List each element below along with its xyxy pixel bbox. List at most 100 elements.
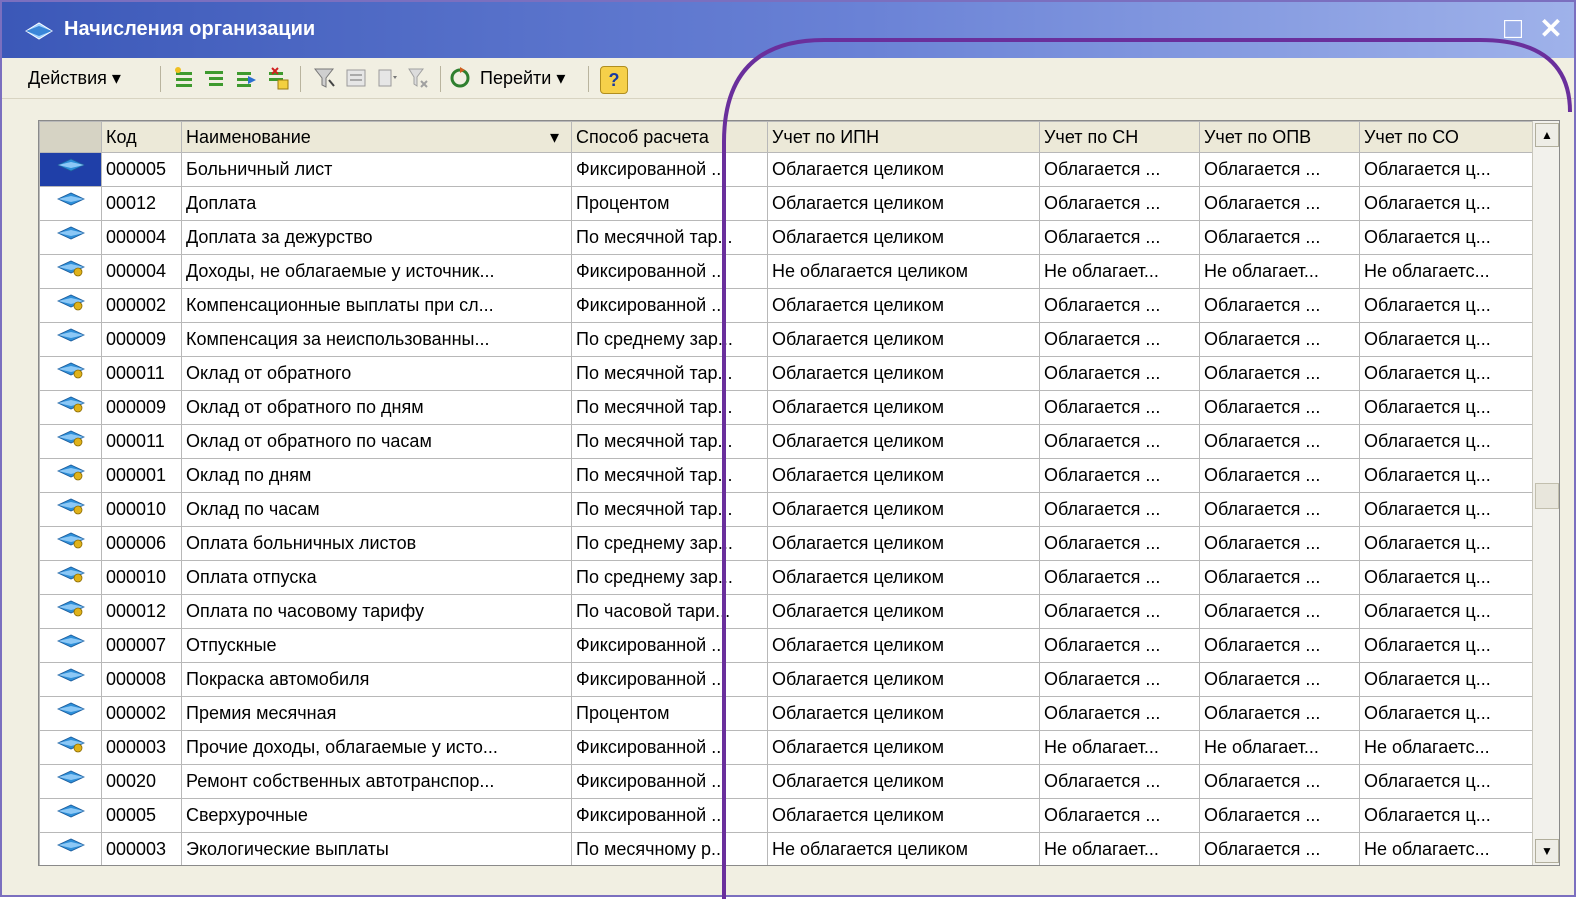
column-header-name[interactable]: Наименование ▾ <box>181 121 572 153</box>
cell-opv[interactable]: Облагается ... <box>1199 662 1360 697</box>
cell-code[interactable]: 000011 <box>101 424 182 459</box>
cell-method[interactable]: По месячной тар... <box>571 424 768 459</box>
cell-ipn[interactable]: Облагается целиком <box>767 560 1040 595</box>
cell-name[interactable]: Оклад по дням <box>181 458 572 493</box>
cell-opv[interactable]: Облагается ... <box>1199 560 1360 595</box>
refresh-icon[interactable] <box>448 66 472 90</box>
cell-code[interactable]: 000005 <box>101 152 182 187</box>
cell-so[interactable]: Облагается ц... <box>1359 424 1534 459</box>
column-header-sn[interactable]: Учет по СН <box>1039 121 1200 153</box>
cell-code[interactable]: 000002 <box>101 288 182 323</box>
cell-name[interactable]: Компенсационные выплаты при сл... <box>181 288 572 323</box>
cell-name[interactable]: Ремонт собственных автотранспор... <box>181 764 572 799</box>
cell-code[interactable]: 000004 <box>101 220 182 255</box>
scroll-thumb[interactable] <box>1535 483 1559 509</box>
cell-ipn[interactable]: Облагается целиком <box>767 390 1040 425</box>
add-group-icon[interactable] <box>202 66 226 90</box>
cell-code[interactable]: 000010 <box>101 492 182 527</box>
cell-sn[interactable]: Не облагает... <box>1039 254 1200 289</box>
cell-so[interactable]: Облагается ц... <box>1359 764 1534 799</box>
cell-so[interactable]: Облагается ц... <box>1359 594 1534 629</box>
cell-sn[interactable]: Облагается ... <box>1039 696 1200 731</box>
cell-name[interactable]: Оплата по часовому тарифу <box>181 594 572 629</box>
scroll-up-icon[interactable]: ▲ <box>1535 123 1559 147</box>
delete-mark-icon[interactable] <box>266 66 290 90</box>
cell-sn[interactable]: Облагается ... <box>1039 628 1200 663</box>
cell-ipn[interactable]: Облагается целиком <box>767 288 1040 323</box>
cell-method[interactable]: Фиксированной ... <box>571 764 768 799</box>
cell-name[interactable]: Оплата больничных листов <box>181 526 572 561</box>
table-row[interactable]: 000009 Оклад от обратного по дням По месяч… <box>39 390 1534 425</box>
cell-opv[interactable]: Не облагает... <box>1199 254 1360 289</box>
cell-method[interactable]: По среднему зар... <box>571 560 768 595</box>
cell-sn[interactable]: Облагается ... <box>1039 662 1200 697</box>
cell-method[interactable]: Фиксированной ... <box>571 662 768 697</box>
cell-name[interactable]: Оклад от обратного по часам <box>181 424 572 459</box>
cell-code[interactable]: 00012 <box>101 186 182 221</box>
copy-item-icon[interactable] <box>234 66 258 90</box>
filter-by-value-icon[interactable] <box>344 66 368 90</box>
cell-method[interactable]: По месячной тар... <box>571 356 768 391</box>
cell-ipn[interactable]: Облагается целиком <box>767 220 1040 255</box>
cell-opv[interactable]: Облагается ... <box>1199 152 1360 187</box>
table-row[interactable]: 00020 Ремонт собственных автотранспор... Ф… <box>39 764 1534 799</box>
clear-filter-icon[interactable] <box>406 66 430 90</box>
table-row[interactable]: 000012 Оплата по часовому тарифу По часово… <box>39 594 1534 629</box>
cell-name[interactable]: Экологические выплаты <box>181 832 572 865</box>
column-header-method[interactable]: Способ расчета <box>571 121 768 153</box>
cell-code[interactable]: 000012 <box>101 594 182 629</box>
cell-sn[interactable]: Облагается ... <box>1039 152 1200 187</box>
minimize-button[interactable]: _ <box>1456 12 1490 46</box>
cell-so[interactable]: Облагается ц... <box>1359 526 1534 561</box>
table-row[interactable]: 000011 Оклад от обратного по часам По меся… <box>39 424 1534 459</box>
cell-so[interactable]: Облагается ц... <box>1359 288 1534 323</box>
cell-name[interactable]: Премия месячная <box>181 696 572 731</box>
cell-name[interactable]: Доходы, не облагаемые у источник... <box>181 254 572 289</box>
cell-code[interactable]: 00020 <box>101 764 182 799</box>
cell-opv[interactable]: Облагается ... <box>1199 628 1360 663</box>
cell-ipn[interactable]: Облагается целиком <box>767 186 1040 221</box>
cell-opv[interactable]: Облагается ... <box>1199 424 1360 459</box>
cell-opv[interactable]: Облагается ... <box>1199 492 1360 527</box>
cell-opv[interactable]: Облагается ... <box>1199 594 1360 629</box>
cell-sn[interactable]: Облагается ... <box>1039 764 1200 799</box>
filter-settings-icon[interactable] <box>312 66 336 90</box>
cell-method[interactable]: Фиксированной ... <box>571 152 768 187</box>
cell-ipn[interactable]: Не облагается целиком <box>767 254 1040 289</box>
cell-sn[interactable]: Облагается ... <box>1039 492 1200 527</box>
cell-name[interactable]: Сверхурочные <box>181 798 572 833</box>
cell-opv[interactable]: Облагается ... <box>1199 288 1360 323</box>
cell-code[interactable]: 000007 <box>101 628 182 663</box>
cell-method[interactable]: По среднему зар... <box>571 322 768 357</box>
cell-so[interactable]: Облагается ц... <box>1359 152 1534 187</box>
title-bar[interactable]: Начисления организации _ □ ✕ <box>2 2 1574 58</box>
cell-method[interactable]: По месячной тар... <box>571 220 768 255</box>
cell-so[interactable]: Облагается ц... <box>1359 390 1534 425</box>
cell-name[interactable]: Компенсация за неиспользованны... <box>181 322 572 357</box>
cell-code[interactable]: 000009 <box>101 390 182 425</box>
table-row[interactable]: 000008 Покраска автомобиля Фиксированной .… <box>39 662 1534 697</box>
cell-sn[interactable]: Облагается ... <box>1039 594 1200 629</box>
cell-name[interactable]: Оклад от обратного <box>181 356 572 391</box>
table-row[interactable]: 000003 Экологические выплаты По месячному … <box>39 832 1534 865</box>
goto-menu[interactable]: Перейти ▾ <box>480 64 565 92</box>
cell-so[interactable]: Облагается ц... <box>1359 628 1534 663</box>
cell-so[interactable]: Не облагаетс... <box>1359 254 1534 289</box>
cell-ipn[interactable]: Облагается целиком <box>767 424 1040 459</box>
cell-sn[interactable]: Облагается ... <box>1039 322 1200 357</box>
cell-method[interactable]: По месячной тар... <box>571 458 768 493</box>
cell-code[interactable]: 000010 <box>101 560 182 595</box>
table-row[interactable]: 00005 Сверхурочные Фиксированной ... Облага… <box>39 798 1534 833</box>
cell-sn[interactable]: Облагается ... <box>1039 798 1200 833</box>
cell-name[interactable]: Покраска автомобиля <box>181 662 572 697</box>
cell-ipn[interactable]: Облагается целиком <box>767 628 1040 663</box>
cell-sn[interactable]: Облагается ... <box>1039 220 1200 255</box>
add-item-icon[interactable] <box>172 66 196 90</box>
cell-ipn[interactable]: Облагается целиком <box>767 764 1040 799</box>
cell-opv[interactable]: Облагается ... <box>1199 798 1360 833</box>
cell-method[interactable]: По месячной тар... <box>571 390 768 425</box>
cell-method[interactable]: Процентом <box>571 696 768 731</box>
cell-method[interactable]: Фиксированной ... <box>571 730 768 765</box>
cell-sn[interactable]: Облагается ... <box>1039 458 1200 493</box>
cell-so[interactable]: Не облагаетс... <box>1359 730 1534 765</box>
